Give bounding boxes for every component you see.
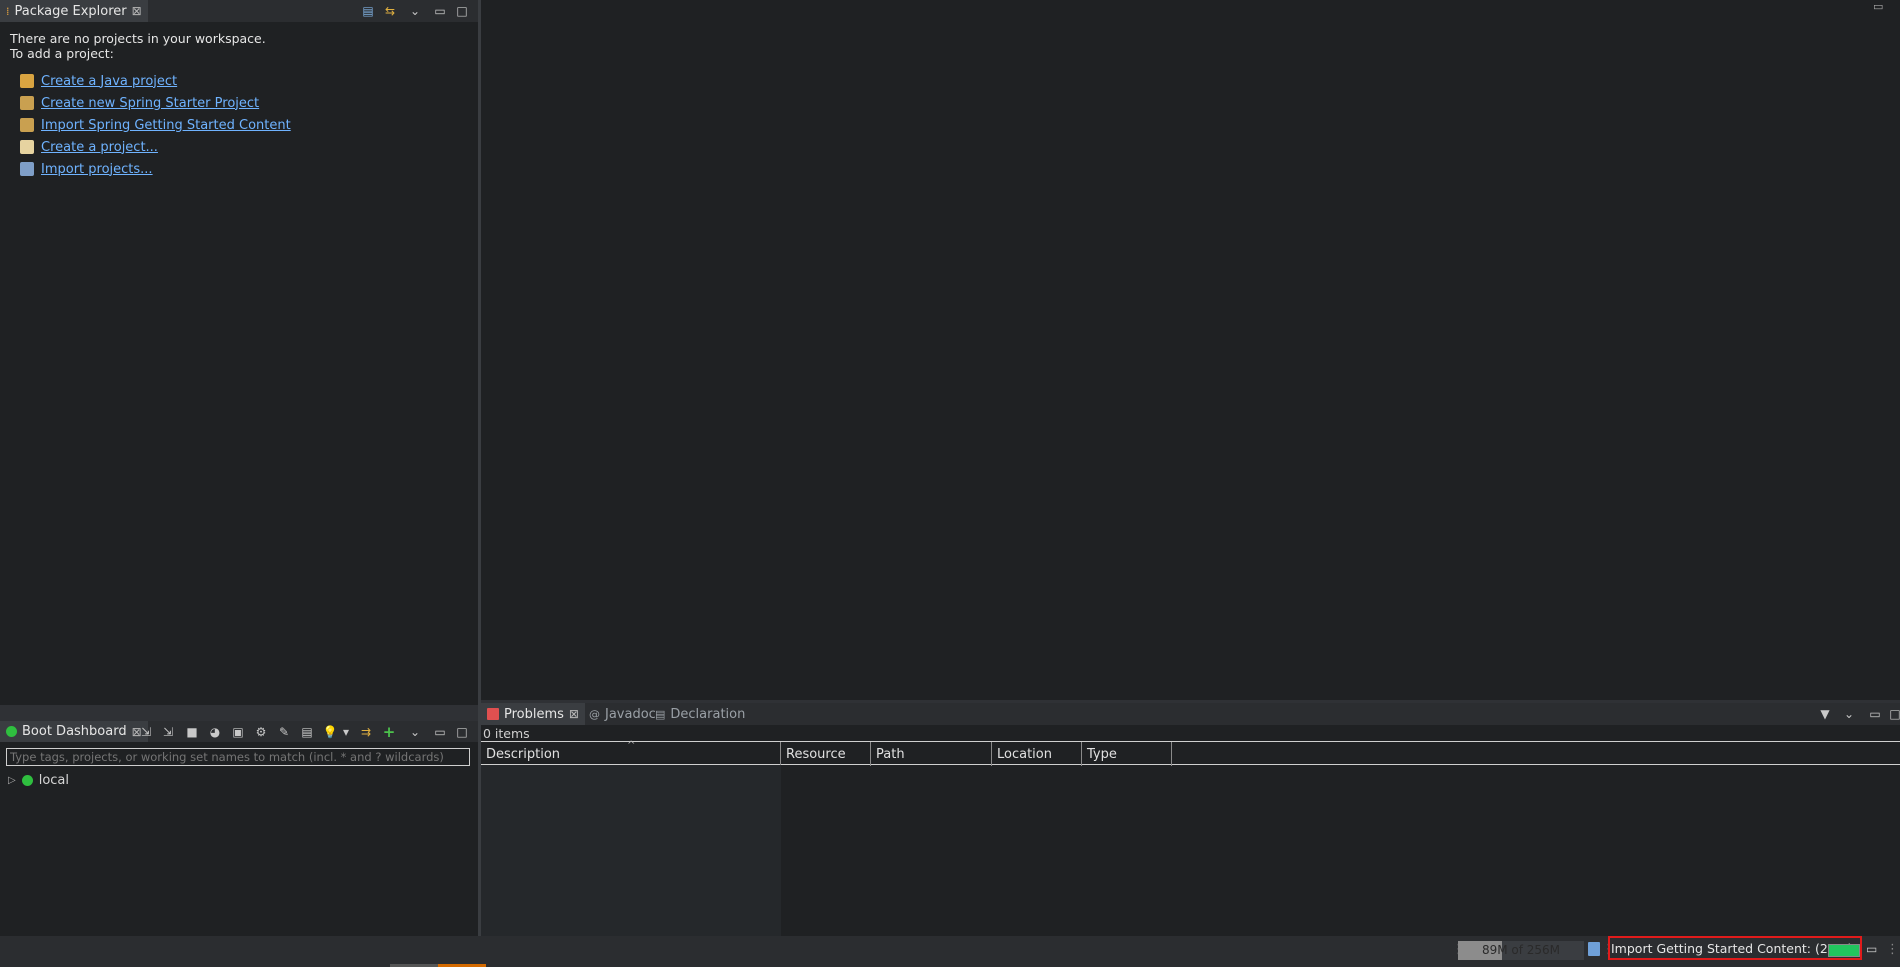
package-explorer-panel: ⁞ Package Explorer ⊠ ▤ ⇆ ⌄ ▭ □ There are… <box>0 0 478 705</box>
minimize-icon[interactable]: ▭ <box>432 724 448 740</box>
package-explorer-tabbar: ⁞ Package Explorer ⊠ ▤ ⇆ ⌄ ▭ □ <box>0 0 478 22</box>
spring-project-icon <box>20 96 34 110</box>
sort-ascending-icon: ^ <box>627 740 636 751</box>
expand-arrow-icon[interactable]: ▷ <box>8 775 16 786</box>
close-icon[interactable]: ⊠ <box>569 707 579 721</box>
collapse-all-icon[interactable]: ▤ <box>360 3 376 19</box>
problems-tabbar: Problems ⊠ @ Javadoc ▤ Declaration ▼ ⌄ ▭… <box>481 703 1900 725</box>
heap-status[interactable]: 89M of 256M <box>1458 941 1584 960</box>
tab-package-explorer[interactable]: ⁞ Package Explorer ⊠ <box>0 0 148 22</box>
create-spring-starter-link[interactable]: Create new Spring Starter Project <box>41 96 259 111</box>
import-projects-link[interactable]: Import projects... <box>41 162 153 177</box>
link-row: Create new Spring Starter Project <box>20 92 291 114</box>
progress-status-text[interactable]: Import Getting Started Content: (20%) <box>1611 941 1853 956</box>
refresh-icon[interactable]: ◕ <box>207 724 223 740</box>
close-icon[interactable]: ⊠ <box>132 4 142 18</box>
expose-icon[interactable]: ⚙ <box>253 724 269 740</box>
minimize-icon[interactable]: ▭ <box>432 3 448 19</box>
bulb-dropdown-icon[interactable]: ▾ <box>338 724 354 740</box>
import-icon <box>20 162 34 176</box>
tab-declaration[interactable]: ▤ Declaration <box>649 703 751 725</box>
message-line-2: To add a project: <box>10 46 114 61</box>
view-menu-icon[interactable]: ⌄ <box>407 3 423 19</box>
message-line-1: There are no projects in your workspace. <box>10 31 266 46</box>
column-label: Resource <box>786 746 846 762</box>
column-label: Type <box>1087 746 1117 762</box>
bulb-icon[interactable]: 💡 <box>322 724 338 740</box>
left-horizontal-splitter[interactable] <box>0 705 478 721</box>
import-spring-content-link[interactable]: Import Spring Getting Started Content <box>41 118 291 133</box>
boot-dashboard-tabbar: Boot Dashboard ⊠ ⇲ ⇲ ■ ◕ ▣ ⚙ ✎ ▤ 💡 ▾ ⇉ +… <box>0 721 478 742</box>
declaration-icon: ▤ <box>655 707 666 721</box>
package-explorer-icon: ⁞ <box>6 4 10 18</box>
garbage-collect-icon[interactable] <box>1588 942 1600 956</box>
create-project-link[interactable]: Create a project... <box>41 140 158 155</box>
problems-table: Description ^ Resource Path Location Typ… <box>481 740 1900 936</box>
start-icon[interactable]: ⇲ <box>138 724 154 740</box>
column-label: Location <box>997 746 1052 762</box>
progress-bar-fill <box>1829 945 1859 956</box>
console-icon[interactable]: ▣ <box>230 724 246 740</box>
status-separator: ⋮ <box>1886 942 1899 957</box>
problems-icon <box>487 708 499 720</box>
status-bar: ⋮ 89M of 256M ⋮ Import Getting Started C… <box>0 936 1900 967</box>
link-row: Create a project... <box>20 136 291 158</box>
boot-dashboard-icon <box>6 726 17 737</box>
tree-item-label: local <box>38 773 69 788</box>
tab-label: Declaration <box>670 706 746 722</box>
problems-item-count: 0 items <box>483 726 530 741</box>
link-row: Create a Java project <box>20 70 291 92</box>
minimize-icon[interactable]: ▭ <box>1867 706 1883 722</box>
spring-import-icon <box>20 118 34 132</box>
link-icon[interactable]: ⇉ <box>358 724 374 740</box>
column-header-path[interactable]: Path <box>871 742 992 766</box>
add-project-links: Create a Java project Create new Spring … <box>20 70 291 180</box>
link-row: Import Spring Getting Started Content <box>20 114 291 136</box>
description-column-body <box>481 765 781 936</box>
top-right-minimize-icon[interactable]: ▭ <box>1873 0 1883 13</box>
browser-icon[interactable]: ▤ <box>299 724 315 740</box>
edit-icon[interactable]: ✎ <box>276 724 292 740</box>
tab-boot-dashboard[interactable]: Boot Dashboard ⊠ <box>0 721 148 742</box>
editor-area <box>481 0 1900 700</box>
column-label: Path <box>876 746 905 762</box>
new-project-icon <box>20 140 34 154</box>
column-header-type[interactable]: Type <box>1082 742 1172 766</box>
column-label: Description <box>486 746 561 762</box>
filter-icon[interactable]: ▼ <box>1817 706 1833 722</box>
maximize-icon[interactable]: □ <box>454 724 470 740</box>
column-header-resource[interactable]: Resource <box>781 742 871 766</box>
problems-panel: Problems ⊠ @ Javadoc ▤ Declaration ▼ ⌄ ▭… <box>481 703 1900 936</box>
add-icon[interactable]: + <box>381 723 397 741</box>
debug-icon[interactable]: ⇲ <box>160 724 176 740</box>
javadoc-icon: @ <box>589 707 600 721</box>
link-row: Import projects... <box>20 158 291 180</box>
boot-dashboard-filter-input[interactable] <box>6 748 470 766</box>
tab-label: Boot Dashboard <box>22 724 127 739</box>
progress-view-icon[interactable]: ▭ <box>1866 942 1877 956</box>
create-java-project-link[interactable]: Create a Java project <box>41 74 177 89</box>
view-menu-icon[interactable]: ⌄ <box>407 724 423 740</box>
tab-problems[interactable]: Problems ⊠ <box>481 703 585 725</box>
column-header-location[interactable]: Location <box>992 742 1082 766</box>
link-with-editor-icon[interactable]: ⇆ <box>382 3 398 19</box>
maximize-icon[interactable]: □ <box>454 3 470 19</box>
local-target-icon <box>21 775 33 786</box>
table-header: Description ^ Resource Path Location Typ… <box>481 740 1900 766</box>
tree-item-local[interactable]: ▷ local <box>8 773 69 788</box>
maximize-icon[interactable]: □ <box>1887 706 1900 722</box>
java-project-icon <box>20 74 34 88</box>
view-menu-icon[interactable]: ⌄ <box>1841 706 1857 722</box>
boot-dashboard-panel: Boot Dashboard ⊠ ⇲ ⇲ ■ ◕ ▣ ⚙ ✎ ▤ 💡 ▾ ⇉ +… <box>0 721 478 936</box>
progress-bar[interactable] <box>1828 944 1860 957</box>
heap-status-text: 89M of 256M <box>1481 943 1561 957</box>
tab-label: Problems <box>504 706 564 722</box>
tab-label: Package Explorer <box>14 3 127 19</box>
empty-workspace-message: There are no projects in your workspace.… <box>10 31 266 61</box>
column-header-description[interactable]: Description ^ <box>481 740 781 766</box>
stop-icon[interactable]: ■ <box>184 724 200 740</box>
